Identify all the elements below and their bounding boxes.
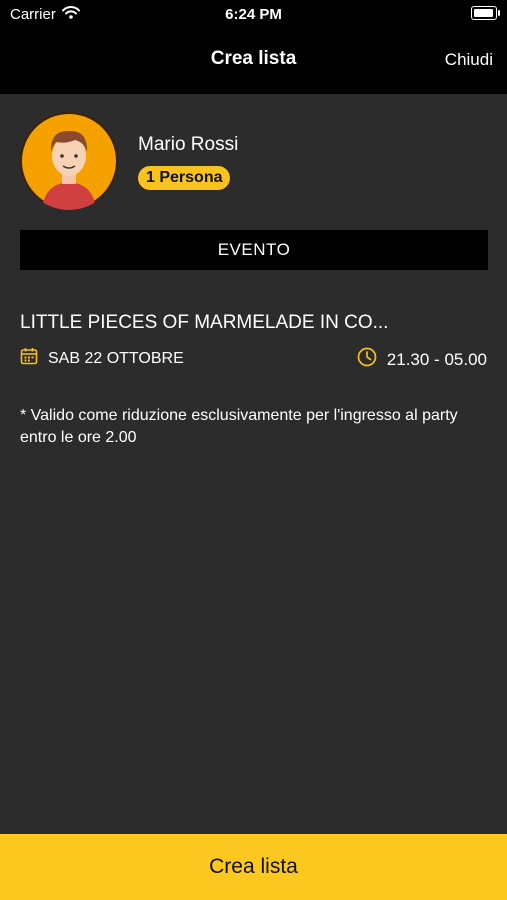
event-time-label: 21.30 - 05.00 xyxy=(386,349,487,369)
close-button[interactable]: Chiudi xyxy=(445,50,493,70)
user-name: Mario Rossi xyxy=(138,134,239,155)
create-list-button[interactable]: Crea lista xyxy=(0,834,507,900)
section-header-evento: EVENTO xyxy=(20,230,488,270)
battery-icon xyxy=(471,6,500,20)
event-date-label: SAB 22 OTTOBRE xyxy=(48,349,184,367)
user-profile: Mario Rossi 1 Persona xyxy=(20,112,490,212)
event-time: 21.30 - 05.00 xyxy=(357,347,487,372)
event-title: LITTLE PIECES OF MARMELADE IN CO... xyxy=(20,312,389,333)
event-note: * Valido come riduzione esclusivamente p… xyxy=(20,407,458,446)
avatar xyxy=(20,112,118,210)
clock-icon xyxy=(357,347,377,372)
page-title: Crea lista xyxy=(210,48,297,69)
status-bar: Carrier 6:24 PM xyxy=(0,0,507,30)
navigation-bar: Crea lista Chiudi xyxy=(0,30,507,94)
status-time: 6:24 PM xyxy=(225,6,282,23)
persons-badge: 1 Persona xyxy=(138,166,231,190)
calendar-icon xyxy=(20,347,38,370)
event-date: SAB 22 OTTOBRE xyxy=(20,347,184,370)
